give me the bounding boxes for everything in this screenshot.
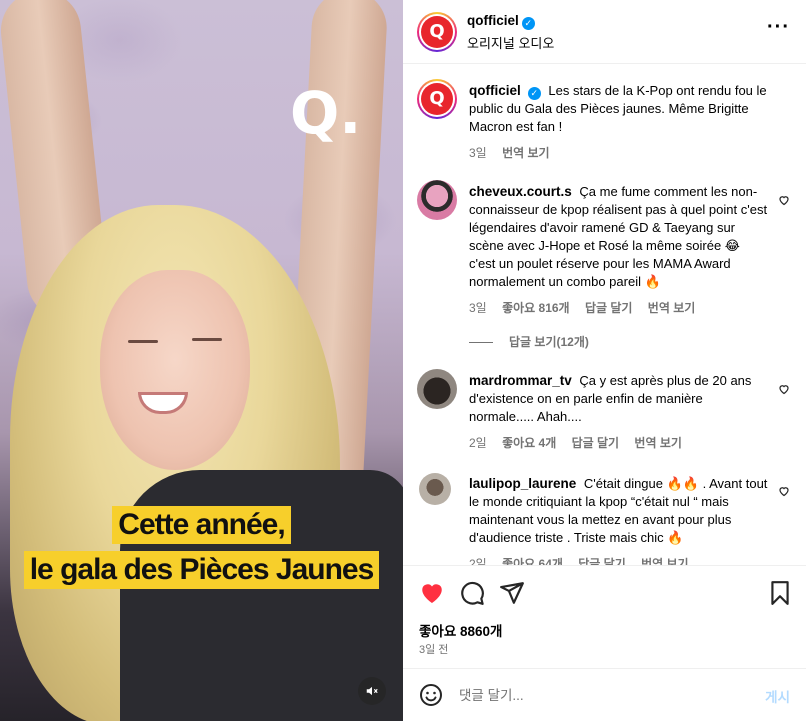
more-options-button[interactable]: ··· xyxy=(767,17,790,37)
heart-filled-icon xyxy=(422,584,442,603)
comment-button[interactable] xyxy=(459,580,485,606)
video-figure-eye xyxy=(192,338,222,341)
video-caption-line-1: Cette année, xyxy=(0,506,403,544)
share-button[interactable] xyxy=(499,580,525,606)
caption-username[interactable]: qofficiel xyxy=(469,83,521,98)
comments-list[interactable]: Q qofficiel ✓ Les stars de la K-Pop ont r… xyxy=(403,65,806,565)
comment-username[interactable]: mardrommar_tv xyxy=(469,373,572,388)
mute-button[interactable] xyxy=(358,677,386,705)
comment-age: 2일 xyxy=(469,436,487,450)
comment-age: 3일 xyxy=(469,301,487,315)
avatar[interactable] xyxy=(417,369,457,409)
emoji-button[interactable] xyxy=(419,683,443,707)
comment-likes[interactable]: 좋아요 816개 xyxy=(502,301,570,315)
header-username[interactable]: qofficiel ✓ xyxy=(467,12,535,30)
comment-bubble-icon xyxy=(461,581,484,605)
video-figure-face xyxy=(100,270,250,470)
video-figure-eye xyxy=(128,340,158,343)
like-comment-button[interactable] xyxy=(778,485,790,497)
q-logo-icon: Q xyxy=(421,83,453,115)
post-comment-button[interactable]: 게시 xyxy=(765,686,790,706)
smiley-icon xyxy=(420,684,442,706)
bookmark-icon xyxy=(771,581,789,605)
add-comment-bar: 게시 xyxy=(403,670,806,721)
like-comment-button[interactable] xyxy=(778,383,790,395)
caption-age: 3일 xyxy=(469,146,487,160)
avatar[interactable]: Q xyxy=(417,79,457,119)
comment-text: Ça me fume comment les non-connaisseur d… xyxy=(469,184,768,289)
comment-username[interactable]: laulipop_laurene xyxy=(469,476,576,491)
brand-watermark-logo: Q. xyxy=(290,79,362,147)
avatar[interactable] xyxy=(419,473,451,505)
likes-count[interactable]: 좋아요 8860개 xyxy=(419,620,502,640)
like-comment-button[interactable] xyxy=(778,194,790,206)
comment-likes[interactable]: 좋아요 4개 xyxy=(502,436,556,450)
post-actions: 좋아요 8860개 3일 전 xyxy=(403,565,806,669)
avatar[interactable]: Q xyxy=(417,12,457,52)
post-header: Q qofficiel ✓ 오리지널 오디오 ··· xyxy=(403,0,806,64)
reply-button[interactable]: 답글 달기 xyxy=(578,557,626,565)
post-video[interactable]: Q. Cette année, le gala des Pièces Jaune… xyxy=(0,0,403,721)
avatar[interactable] xyxy=(417,180,457,220)
paper-plane-icon xyxy=(500,582,524,604)
view-replies-button[interactable]: 답글 보기(12개) xyxy=(469,333,589,350)
save-button[interactable] xyxy=(767,580,793,606)
comment-username[interactable]: cheveux.court.s xyxy=(469,184,572,199)
verified-badge-icon: ✓ xyxy=(527,87,541,100)
translate-link[interactable]: 번역 보기 xyxy=(634,436,682,450)
audio-link[interactable]: 오리지널 오디오 xyxy=(467,33,554,52)
verified-badge-icon: ✓ xyxy=(521,17,535,30)
heart-outline-icon xyxy=(779,385,789,395)
speaker-muted-icon xyxy=(366,686,378,696)
translate-link[interactable]: 번역 보기 xyxy=(648,301,696,315)
replies-divider xyxy=(469,342,493,344)
video-figure-mouth xyxy=(138,392,188,414)
like-button[interactable] xyxy=(419,580,445,606)
post-date: 3일 전 xyxy=(419,644,449,656)
comment-likes[interactable]: 좋아요 64개 xyxy=(502,557,563,565)
translate-link[interactable]: 번역 보기 xyxy=(641,557,689,565)
heart-outline-icon xyxy=(779,196,789,206)
comment-input[interactable] xyxy=(459,684,739,706)
q-logo-icon: Q xyxy=(421,16,453,48)
video-caption-line-2: le gala des Pièces Jaunes xyxy=(0,551,403,589)
reply-button[interactable]: 답글 달기 xyxy=(572,436,620,450)
heart-outline-icon xyxy=(779,487,789,497)
comment-age: 2일 xyxy=(469,557,487,565)
reply-button[interactable]: 답글 달기 xyxy=(585,301,633,315)
translate-link[interactable]: 번역 보기 xyxy=(502,146,550,160)
post-panel: Q qofficiel ✓ 오리지널 오디오 ··· Q qofficiel ✓ L… xyxy=(403,0,806,721)
